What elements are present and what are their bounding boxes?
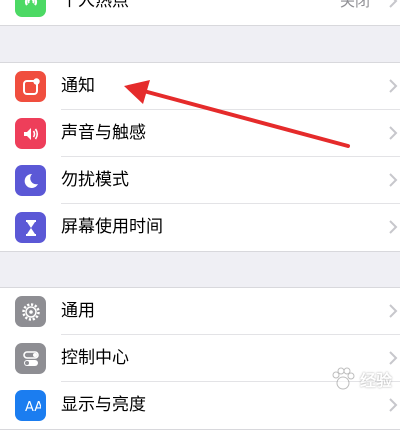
settings-row-personal-hotspot[interactable]: 个人热点 关闭: [0, 0, 400, 25]
row-label: 屏幕使用时间: [61, 217, 163, 237]
moon-icon: [15, 165, 46, 196]
toggles-icon: [15, 343, 46, 374]
chevron-right-icon: [389, 398, 398, 412]
row-label: 个人热点: [61, 0, 129, 11]
chevron-right-icon: [389, 173, 398, 187]
settings-row-general[interactable]: 通用: [0, 288, 400, 335]
gear-icon: [15, 296, 46, 327]
watermark-text: 经验: [359, 371, 392, 390]
settings-row-screen-time[interactable]: 屏幕使用时间: [0, 204, 400, 251]
chevron-right-icon: [389, 79, 398, 93]
row-label: 显示与亮度: [61, 395, 146, 415]
hourglass-icon: [15, 212, 46, 243]
chevron-right-icon: [389, 126, 398, 140]
watermark: 经验: [330, 366, 392, 392]
notification-icon: [15, 71, 46, 102]
settings-row-do-not-disturb[interactable]: 勿扰模式: [0, 157, 400, 204]
chevron-right-icon: [389, 220, 398, 234]
chevron-right-icon: [389, 304, 398, 318]
row-label: 勿扰模式: [61, 170, 129, 190]
svg-text:AA: AA: [25, 400, 41, 415]
paw-logo-icon: [332, 367, 355, 390]
row-label: 通用: [61, 301, 95, 321]
top-settings-group: 个人热点 关闭: [0, 0, 400, 26]
row-label: 通知: [61, 76, 95, 96]
settings-group-general: 通用 控制中心 AA 显示与亮度: [0, 287, 400, 430]
chevron-right-icon: [389, 351, 398, 365]
chevron-right-icon: [389, 0, 398, 8]
settings-row-notifications[interactable]: 通知: [0, 63, 400, 110]
settings-row-sounds[interactable]: 声音与触感: [0, 110, 400, 157]
hotspot-icon: [15, 0, 46, 17]
row-value: 关闭: [339, 0, 370, 10]
row-label: 控制中心: [61, 348, 129, 368]
row-label: 声音与触感: [61, 123, 146, 143]
display-icon: AA: [15, 390, 46, 421]
speaker-icon: [15, 118, 46, 149]
settings-group-notifications: 通知 声音与触感 勿扰模式 屏幕使用时间: [0, 62, 400, 252]
